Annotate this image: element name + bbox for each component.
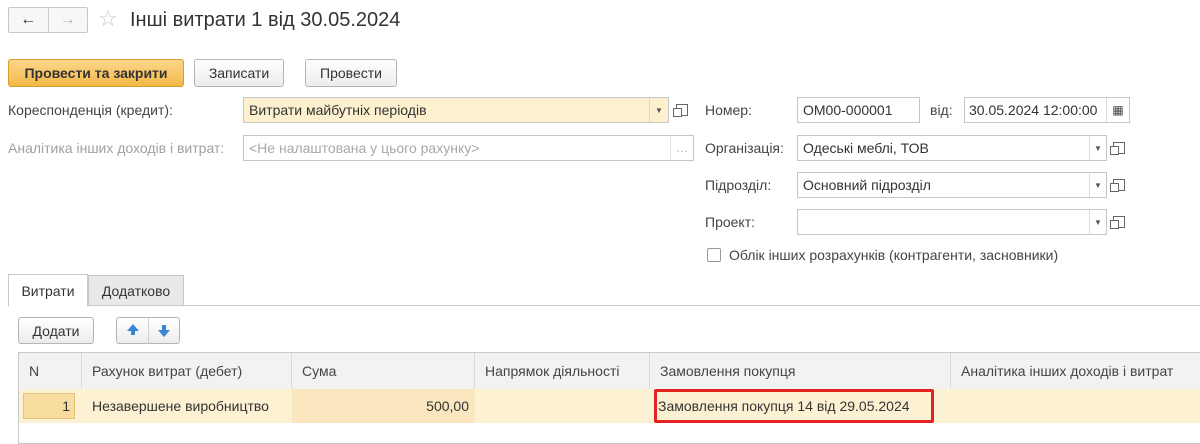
open-form-icon[interactable] <box>1109 135 1129 161</box>
row-number-cell[interactable]: 1 <box>23 393 75 419</box>
select-more-icon[interactable]: … <box>670 136 693 160</box>
organization-field[interactable]: Одеські меблі, ТОВ ▼ <box>797 135 1107 161</box>
favorite-star-icon[interactable]: ☆ <box>98 7 118 31</box>
other-settlements-label: Облік інших розрахунків (контрагенти, за… <box>729 247 1059 263</box>
open-form-icon[interactable] <box>1109 209 1129 235</box>
organization-value: Одеські меблі, ТОВ <box>803 140 929 156</box>
correspondence-label: Кореспонденція (кредит): <box>8 102 173 118</box>
add-row-button[interactable]: Додати <box>18 317 94 344</box>
column-header-order[interactable]: Замовлення покупця <box>650 353 951 389</box>
date-label: від: <box>930 102 953 118</box>
expenses-table: N Рахунок витрат (дебет) Сума Напрямок д… <box>18 352 1200 444</box>
project-field[interactable]: ▼ <box>797 209 1107 235</box>
forward-arrow-icon[interactable]: → <box>49 8 88 32</box>
analytics-label: Аналітика інших доходів і витрат: <box>8 140 225 156</box>
subdivision-field[interactable]: Основний підрозділ ▼ <box>797 172 1107 198</box>
project-label: Проект: <box>705 214 756 230</box>
column-header-direction[interactable]: Напрямок діяльності <box>475 353 650 389</box>
column-header-account[interactable]: Рахунок витрат (дебет) <box>82 353 292 389</box>
date-value: 30.05.2024 12:00:00 <box>969 102 1098 118</box>
number-field[interactable]: ОМ00-000001 <box>797 97 920 123</box>
move-buttons <box>116 317 180 344</box>
number-value: ОМ00-000001 <box>803 102 893 118</box>
tab-divider <box>8 305 1200 306</box>
dropdown-icon[interactable]: ▼ <box>1089 173 1106 197</box>
move-down-icon[interactable] <box>149 318 179 344</box>
back-arrow-icon[interactable]: ← <box>9 8 49 32</box>
post-and-close-button[interactable]: Провести та закрити <box>8 59 184 87</box>
calendar-icon[interactable]: ▦ <box>1106 98 1129 122</box>
save-button[interactable]: Записати <box>194 59 284 87</box>
account-cell[interactable]: Незавершене виробництво <box>82 389 292 423</box>
move-up-icon[interactable] <box>118 317 149 344</box>
correspondence-value: Витрати майбутніх періодів <box>244 102 649 118</box>
subdivision-value: Основний підрозділ <box>803 177 931 193</box>
table-header: N Рахунок витрат (дебет) Сума Напрямок д… <box>19 353 1200 390</box>
table-row[interactable]: 1 Незавершене виробництво 500,00 Замовле… <box>19 389 1200 423</box>
column-header-n[interactable]: N <box>19 353 82 389</box>
dropdown-icon[interactable]: ▼ <box>1089 136 1106 160</box>
analytics-value: <Не налаштована у цього рахунку> <box>249 140 480 156</box>
page-title: Інші витрати 1 від 30.05.2024 <box>130 9 401 31</box>
analytics-cell[interactable] <box>951 389 1200 423</box>
open-form-icon[interactable] <box>672 97 692 123</box>
subdivision-label: Підрозділ: <box>705 177 772 193</box>
order-cell[interactable]: Замовлення покупця 14 від 29.05.2024 <box>650 389 951 423</box>
number-label: Номер: <box>705 102 752 118</box>
direction-cell[interactable] <box>475 389 650 423</box>
sum-cell[interactable]: 500,00 <box>292 389 475 423</box>
navigation-group: ← → <box>8 7 88 33</box>
other-settlements-checkbox[interactable] <box>707 248 721 262</box>
open-form-icon[interactable] <box>1109 172 1129 198</box>
column-header-analytics[interactable]: Аналітика інших доходів і витрат <box>951 353 1200 389</box>
dropdown-icon[interactable]: ▼ <box>649 98 668 122</box>
tab-additional[interactable]: Додатково <box>88 275 184 305</box>
tab-expenses[interactable]: Витрати <box>8 274 88 306</box>
column-header-sum[interactable]: Сума <box>292 353 475 389</box>
dropdown-icon[interactable]: ▼ <box>1089 210 1106 234</box>
date-field[interactable]: 30.05.2024 12:00:00 ▦ <box>964 97 1130 123</box>
analytics-field[interactable]: <Не налаштована у цього рахунку> … <box>243 135 694 161</box>
organization-label: Організація: <box>705 140 784 156</box>
correspondence-field[interactable]: Витрати майбутніх періодів ▼ <box>243 97 669 123</box>
post-button[interactable]: Провести <box>305 59 397 87</box>
